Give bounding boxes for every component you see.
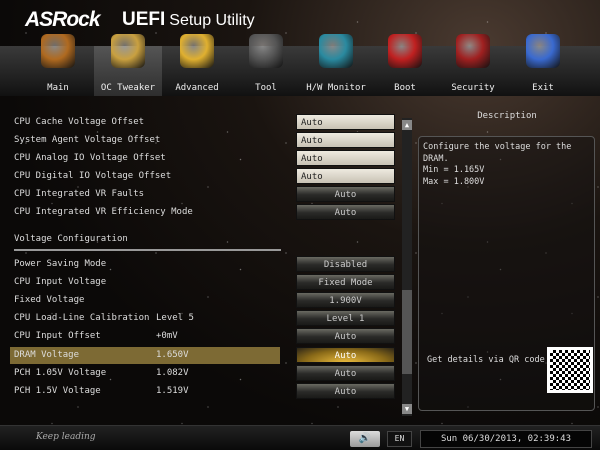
setting-option-button[interactable]: Auto bbox=[296, 114, 395, 130]
qr-caption: Get details via QR code bbox=[427, 355, 545, 365]
tab-exit[interactable]: Exit bbox=[509, 30, 577, 96]
setting-label: CPU Cache Voltage Offset bbox=[14, 117, 145, 127]
scrollbar[interactable]: ▲ ▼ bbox=[402, 118, 412, 416]
setting-label: CPU Analog IO Voltage Offset bbox=[14, 153, 166, 163]
setting-option-button[interactable]: Fixed Mode bbox=[296, 274, 395, 291]
qr-code-icon bbox=[547, 347, 593, 393]
setting-current-value: 1.650V bbox=[156, 349, 189, 360]
tab-main[interactable]: Main bbox=[24, 30, 92, 96]
language-button[interactable]: EN bbox=[387, 431, 412, 447]
setting-row[interactable]: CPU Integrated VR Efficiency Mode bbox=[10, 204, 280, 221]
setting-row[interactable]: CPU Digital IO Voltage Offset bbox=[10, 168, 280, 185]
setting-row[interactable]: CPU Cache Voltage Offset bbox=[10, 114, 280, 131]
setting-row[interactable]: PCH 1.05V Voltage 1.082V bbox=[10, 365, 280, 382]
setting-option-button[interactable]: Auto bbox=[296, 168, 395, 184]
description-line: Min = 1.165V bbox=[423, 165, 485, 175]
setting-row[interactable]: Power Saving Mode bbox=[10, 256, 280, 273]
tab-icon bbox=[456, 34, 490, 68]
setting-label: CPU Digital IO Voltage Offset bbox=[14, 171, 172, 181]
tab-tool[interactable]: Tool bbox=[232, 30, 300, 96]
tab-label: OC Tweaker bbox=[100, 83, 156, 93]
setting-current-value: 1.082V bbox=[156, 367, 189, 378]
setting-row[interactable]: System Agent Voltage Offset bbox=[10, 132, 280, 149]
setting-current-value: Level 5 bbox=[156, 313, 194, 324]
slogan-logo: Keep leading bbox=[36, 432, 96, 442]
app-title: UEFI Setup Utility bbox=[122, 9, 255, 31]
setting-row[interactable]: CPU Load-Line Calibration Level 5 bbox=[10, 310, 280, 327]
setting-option-button[interactable]: 1.900V bbox=[296, 292, 395, 309]
setting-option-button[interactable]: Level 1 bbox=[296, 310, 395, 327]
title-setup-utility: Setup Utility bbox=[169, 12, 255, 29]
setting-option-button[interactable]: Auto bbox=[296, 328, 395, 345]
description-line: Max = 1.800V bbox=[423, 176, 485, 187]
tab-oc-tweaker[interactable]: OC Tweaker bbox=[94, 34, 162, 96]
tab-label: H/W Monitor bbox=[306, 83, 366, 93]
setting-option-button[interactable]: Auto bbox=[296, 382, 395, 399]
tab-label: Security bbox=[451, 83, 495, 93]
scrollbar-thumb[interactable] bbox=[402, 290, 412, 375]
asrock-logo: ASRock bbox=[25, 8, 101, 31]
datetime-display: Sun 06/30/2013, 02:39:43 bbox=[420, 430, 592, 448]
tab-advanced[interactable]: Advanced bbox=[163, 30, 231, 96]
setting-label: CPU Input Voltage bbox=[14, 277, 107, 288]
setting-option-button[interactable]: Auto bbox=[296, 346, 395, 363]
tab-label: Tool bbox=[255, 83, 277, 93]
setting-label: System Agent Voltage Offset bbox=[14, 135, 161, 145]
tab-boot[interactable]: Boot bbox=[371, 30, 439, 96]
speaker-button[interactable]: 🔊 bbox=[350, 431, 380, 447]
tab-label: Main bbox=[47, 83, 69, 93]
tab-icon bbox=[526, 34, 560, 68]
tab-label: Boot bbox=[394, 83, 416, 93]
setting-row[interactable]: CPU Input Voltage bbox=[10, 274, 280, 291]
setting-label: Power Saving Mode bbox=[14, 259, 107, 269]
tab-icon bbox=[111, 34, 145, 68]
footer: Keep leading 🔊 EN Sun 06/30/2013, 02:39:… bbox=[0, 425, 600, 450]
setting-label: PCH 1.05V Voltage bbox=[14, 367, 107, 378]
setting-row[interactable]: CPU Analog IO Voltage Offset bbox=[10, 150, 280, 167]
setting-row[interactable]: PCH 1.5V Voltage 1.519V bbox=[10, 383, 280, 400]
setting-label: PCH 1.5V Voltage bbox=[14, 385, 101, 396]
setting-label: CPU Input Offset bbox=[14, 331, 101, 342]
setting-row[interactable]: CPU Input Offset +0mV bbox=[10, 328, 280, 345]
setting-label: CPU Integrated VR Faults bbox=[14, 189, 145, 199]
description-heading: Description bbox=[477, 111, 537, 121]
setting-option-button[interactable]: Auto bbox=[296, 364, 395, 381]
tab-label: Advanced bbox=[175, 83, 219, 93]
setting-label: Fixed Voltage bbox=[14, 295, 85, 306]
title-uefi: UEFI bbox=[122, 9, 166, 30]
setting-label: CPU Load-Line Calibration bbox=[14, 313, 150, 324]
tab-icon bbox=[388, 34, 422, 68]
tab-icon bbox=[249, 34, 283, 68]
setting-row[interactable]: Fixed Voltage bbox=[10, 292, 280, 309]
description-panel: Configure the voltage for the DRAM. Min … bbox=[418, 136, 595, 411]
setting-row[interactable]: CPU Integrated VR Faults bbox=[10, 186, 280, 203]
tab-icon bbox=[41, 34, 75, 68]
setting-label: CPU Integrated VR Efficiency Mode bbox=[14, 207, 193, 217]
speaker-icon: 🔊 bbox=[358, 433, 372, 444]
section-voltage-configuration: Voltage Configuration bbox=[14, 234, 128, 244]
setting-row[interactable]: DRAM Voltage 1.650V bbox=[10, 346, 280, 364]
setting-label: DRAM Voltage bbox=[14, 349, 80, 360]
setting-option-button[interactable]: Auto bbox=[296, 132, 395, 148]
tab-icon bbox=[180, 34, 214, 68]
setting-option-button[interactable]: Auto bbox=[296, 204, 395, 220]
tab-label: Exit bbox=[532, 83, 554, 93]
description-line: Configure the voltage for the DRAM. bbox=[423, 142, 572, 164]
setting-option-button[interactable]: Auto bbox=[296, 150, 395, 166]
setting-current-value: +0mV bbox=[156, 331, 178, 342]
section-divider bbox=[14, 249, 281, 251]
scroll-down-icon[interactable]: ▼ bbox=[402, 404, 412, 414]
scroll-up-icon[interactable]: ▲ bbox=[402, 120, 412, 130]
tab-h-w-monitor[interactable]: H/W Monitor bbox=[302, 30, 370, 96]
setting-option-button[interactable]: Auto bbox=[296, 186, 395, 202]
setting-option-button[interactable]: Disabled bbox=[296, 256, 395, 272]
setting-current-value: 1.519V bbox=[156, 385, 189, 396]
tab-security[interactable]: Security bbox=[439, 30, 507, 96]
tab-icon bbox=[319, 34, 353, 68]
